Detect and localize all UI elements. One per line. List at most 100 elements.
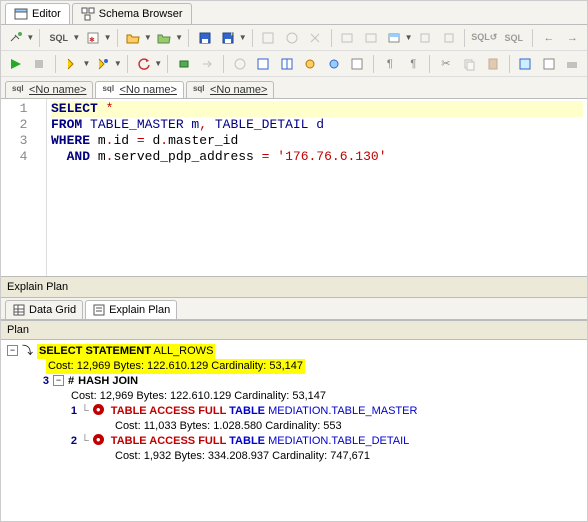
schema3-icon[interactable] bbox=[276, 53, 298, 75]
kw-where: WHERE bbox=[51, 133, 90, 148]
plan-tree[interactable]: − ⤵ SELECT STATEMENT ALL_ROWS Cost: 12,9… bbox=[1, 340, 587, 474]
nav-back-icon[interactable]: ← bbox=[538, 27, 559, 49]
open-folder2-icon[interactable] bbox=[154, 27, 175, 49]
save-icon[interactable] bbox=[194, 27, 215, 49]
sql-file-icon: sql bbox=[193, 84, 207, 96]
plan-t2-kw: TABLE bbox=[226, 435, 268, 447]
uncomment-icon[interactable]: ¶ bbox=[403, 53, 425, 75]
tree-toggle-icon[interactable]: − bbox=[7, 345, 18, 356]
star: * bbox=[98, 101, 114, 116]
editor-icon bbox=[14, 7, 28, 21]
plan-t2-op: TABLE ACCESS FULL bbox=[111, 435, 226, 447]
tb6-icon[interactable] bbox=[383, 27, 404, 49]
schema5-icon[interactable] bbox=[323, 53, 345, 75]
kw-from: FROM bbox=[51, 117, 82, 132]
plan-step-num: 2 bbox=[63, 434, 77, 449]
result-tabs: Data Grid Explain Plan bbox=[1, 298, 587, 320]
eq: = bbox=[137, 133, 145, 148]
paste-icon[interactable] bbox=[482, 53, 504, 75]
find2-icon[interactable] bbox=[538, 53, 560, 75]
tree-toggle-icon[interactable]: − bbox=[53, 375, 64, 386]
tree-branch: └ bbox=[81, 434, 89, 449]
tab-explain-plan[interactable]: Explain Plan bbox=[85, 300, 177, 319]
plan-t1-op: TABLE ACCESS FULL bbox=[111, 405, 226, 417]
tab-explain-plan-label: Explain Plan bbox=[109, 304, 170, 316]
plan-node-hash[interactable]: 3 − # HASH JOIN Cost: 12,969 Bytes: 122.… bbox=[35, 374, 581, 464]
tab-schema-label: Schema Browser bbox=[99, 8, 183, 20]
exec-explain-icon[interactable] bbox=[92, 53, 114, 75]
svg-text:✱: ✱ bbox=[89, 36, 95, 44]
schema4-icon[interactable] bbox=[300, 53, 322, 75]
line-num: 3 bbox=[1, 133, 46, 149]
tab-editor[interactable]: Editor bbox=[5, 3, 70, 24]
editor-file-tabs: sql <No name> sql <No name> sql <No name… bbox=[1, 77, 587, 99]
find-icon[interactable] bbox=[515, 53, 537, 75]
kw-select: SELECT bbox=[51, 101, 98, 116]
code-area[interactable]: SELECT * FROM TABLE_MASTER m, TABLE_DETA… bbox=[47, 99, 587, 276]
tb7-icon[interactable] bbox=[415, 27, 436, 49]
sql-editor[interactable]: 1 2 3 4 SELECT * FROM TABLE_MASTER m, TA… bbox=[1, 99, 587, 277]
kw-and: AND bbox=[51, 149, 90, 164]
dot: . bbox=[160, 133, 168, 148]
editor-tab-2[interactable]: sql <No name> bbox=[95, 81, 183, 98]
schema6-icon[interactable] bbox=[347, 53, 369, 75]
plan-node-table1[interactable]: 1 └ ● TABLE ACCESS FULL TABLE MEDIATION.… bbox=[63, 404, 581, 434]
plan-node-select[interactable]: − ⤵ SELECT STATEMENT ALL_ROWS Cost: 12,9… bbox=[7, 344, 581, 464]
tb2-icon[interactable] bbox=[281, 27, 302, 49]
string-literal: '176.76.6.130' bbox=[277, 149, 386, 164]
tab-editor-label: Editor bbox=[32, 8, 61, 20]
plan-step-num: 1 bbox=[63, 404, 77, 419]
line-num: 1 bbox=[1, 101, 46, 117]
stop-icon[interactable] bbox=[29, 53, 51, 75]
tb4-icon[interactable] bbox=[337, 27, 358, 49]
plan-t1-cost: Cost: 11,033 Bytes: 1.028.580 Cardinalit… bbox=[115, 419, 342, 434]
app-tabs: Editor Schema Browser bbox=[1, 1, 587, 25]
tb5-icon[interactable] bbox=[360, 27, 381, 49]
line-num: 2 bbox=[1, 117, 46, 133]
schema2-icon[interactable] bbox=[253, 53, 275, 75]
editor-tab-3[interactable]: sql <No name> bbox=[186, 81, 274, 98]
table-scan-icon: ● bbox=[93, 434, 104, 445]
plan-column-header: Plan bbox=[1, 321, 587, 340]
hash-icon: # bbox=[68, 374, 74, 389]
sql-new-icon[interactable]: SQL bbox=[45, 27, 72, 49]
tune-icon[interactable] bbox=[229, 53, 251, 75]
connect-icon[interactable] bbox=[5, 27, 26, 49]
editor-tab-1-label: <No name> bbox=[29, 84, 86, 96]
col-id: id bbox=[113, 133, 136, 148]
table-scan-icon: ● bbox=[93, 404, 104, 415]
tb8-icon[interactable] bbox=[438, 27, 459, 49]
sql-recall-icon[interactable]: SQL↺ bbox=[470, 27, 498, 49]
comment-icon[interactable]: ¶ bbox=[379, 53, 401, 75]
nav-fwd-icon[interactable]: → bbox=[562, 27, 583, 49]
copy-icon[interactable] bbox=[459, 53, 481, 75]
alias-d: d bbox=[145, 133, 161, 148]
col-masterid: master_id bbox=[168, 133, 238, 148]
goto-icon[interactable] bbox=[197, 53, 219, 75]
tb3-icon[interactable] bbox=[304, 27, 325, 49]
execute-icon[interactable] bbox=[5, 53, 27, 75]
tab-schema-browser[interactable]: Schema Browser bbox=[72, 3, 192, 24]
plan-icon bbox=[92, 303, 106, 317]
save-as-icon[interactable] bbox=[217, 27, 238, 49]
col-served: served_pdp_address bbox=[113, 149, 261, 164]
plugin-icon[interactable] bbox=[173, 53, 195, 75]
print-icon[interactable] bbox=[562, 53, 584, 75]
grid-icon bbox=[12, 303, 26, 317]
editor-tab-1[interactable]: sql <No name> bbox=[5, 81, 93, 98]
comma: , bbox=[199, 117, 207, 132]
plan-panel: Plan − ⤵ SELECT STATEMENT ALL_ROWS Cost:… bbox=[1, 320, 587, 474]
tb1-icon[interactable] bbox=[258, 27, 279, 49]
plan-node-table2[interactable]: 2 └ ● TABLE ACCESS FULL TABLE MEDIATION.… bbox=[63, 434, 581, 464]
toolbar-1: ▼ SQL▼ ✱▼ ▼ ▼ ▼ ▼ SQL↺ SQL ← → bbox=[1, 25, 587, 51]
cut-icon[interactable]: ✂ bbox=[435, 53, 457, 75]
tab-data-grid[interactable]: Data Grid bbox=[5, 300, 83, 319]
arrow-icon: ⤵ bbox=[22, 344, 33, 359]
open-folder-icon[interactable] bbox=[123, 27, 144, 49]
sql-recall2-icon[interactable]: SQL bbox=[500, 27, 527, 49]
exec-script-icon[interactable] bbox=[61, 53, 83, 75]
plan-stmt-mode: ALL_ROWS bbox=[151, 345, 213, 357]
refresh-icon[interactable] bbox=[133, 53, 155, 75]
sql-wizard-icon[interactable]: ✱ bbox=[82, 27, 103, 49]
section-explain-plan: Explain Plan bbox=[1, 277, 587, 298]
